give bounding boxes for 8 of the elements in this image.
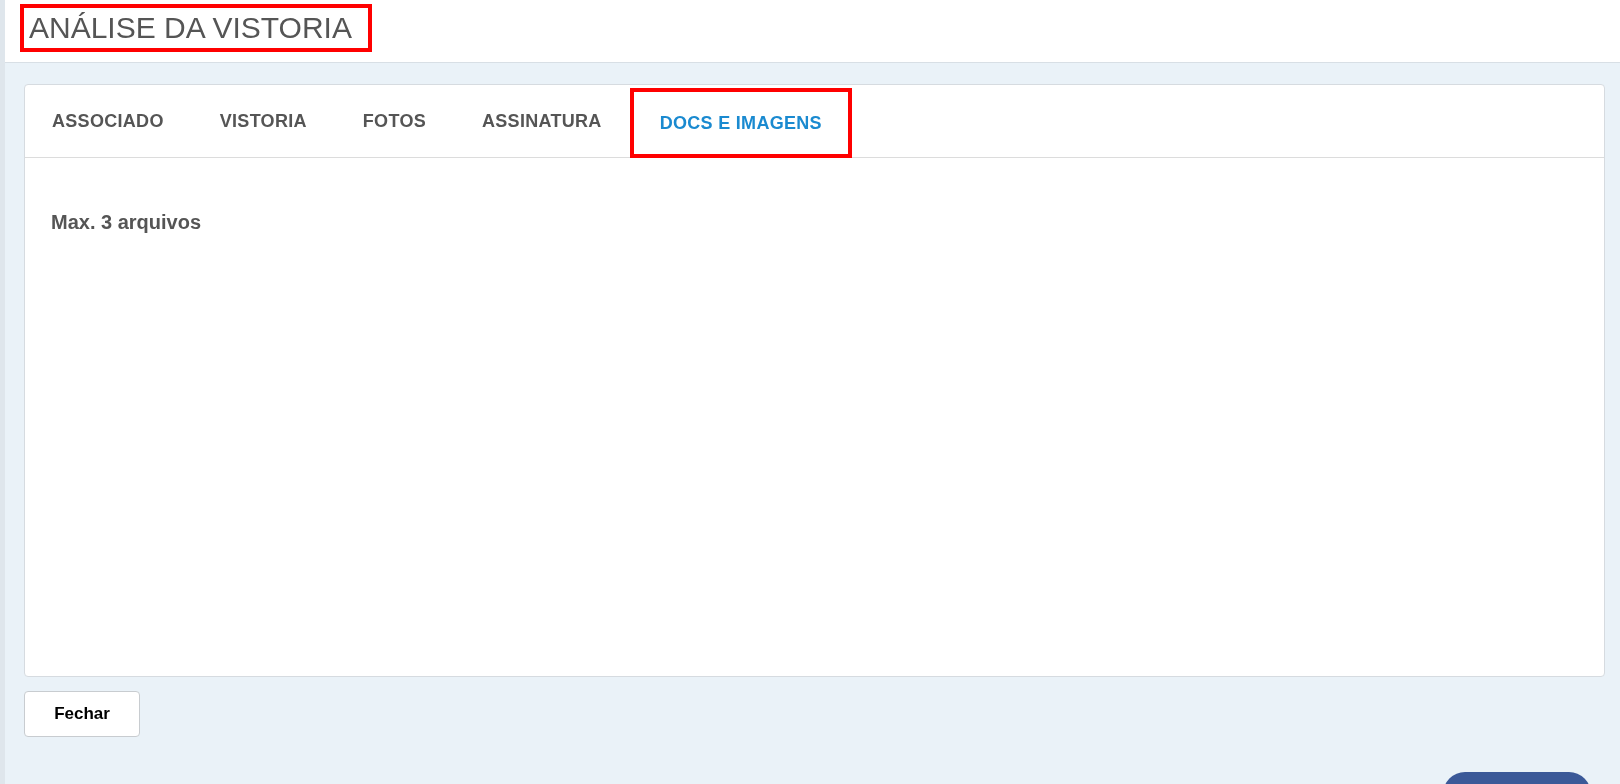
tab[interactable]: VISTORIA [191,85,335,157]
file-limit-note: Max. 3 arquivos [51,210,203,235]
page-title: ANÁLISE DA VISTORIA [20,4,372,52]
tab[interactable]: DOCS E IMAGENS [629,88,852,158]
close-button[interactable]: Fechar [24,691,140,737]
tab[interactable]: ASSINATURA [454,85,630,157]
tab[interactable]: FOTOS [334,85,454,157]
tab[interactable]: ASSOCIADO [25,85,192,157]
